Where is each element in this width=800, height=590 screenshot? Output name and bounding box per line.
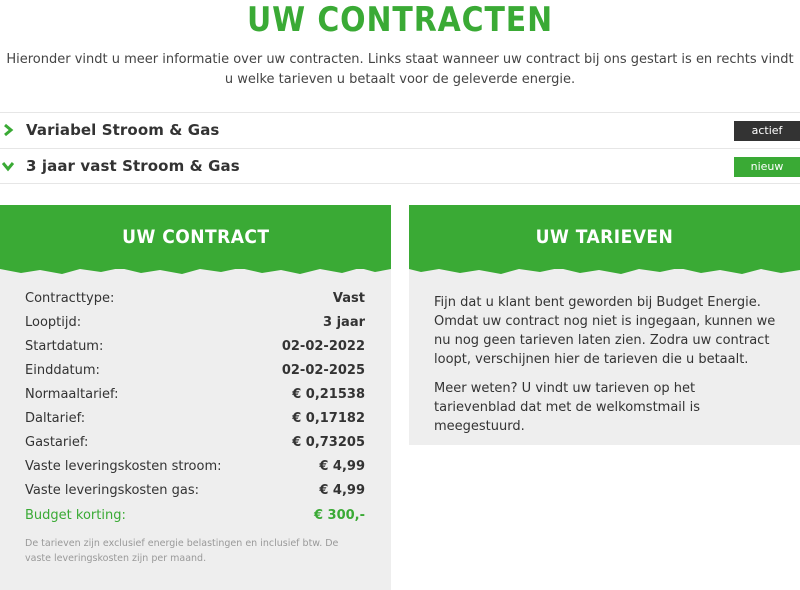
chevron-right-icon	[4, 123, 14, 137]
row-label: Einddatum:	[25, 363, 100, 378]
row-label: Normaaltarief:	[25, 387, 119, 402]
row-value: 02-02-2025	[281, 363, 365, 378]
contract-row-looptijd: Looptijd: 3 jaar	[25, 315, 365, 335]
row-value: € 0,21538	[292, 387, 365, 402]
row-value: € 4,99	[319, 483, 365, 498]
row-value: € 4,99	[319, 459, 365, 474]
row-label: Budget korting:	[25, 508, 126, 523]
contract-row-einddatum: Einddatum: 02-02-2025	[25, 363, 365, 383]
tarieven-panel-header: UW TARIEVEN	[409, 205, 800, 274]
row-value: € 300,-	[313, 508, 365, 523]
tarieven-panel-title: UW TARIEVEN	[535, 226, 674, 248]
row-label: Looptijd:	[25, 315, 82, 330]
contract-row-variabel[interactable]: Variabel Stroom & Gas actief	[0, 112, 800, 148]
tarieven-panel: UW TARIEVEN Fijn dat u klant bent geword…	[409, 205, 800, 445]
torn-edge	[0, 263, 391, 274]
row-value: Vast	[332, 291, 365, 306]
chevron-down-icon	[2, 162, 14, 172]
contract-title: Variabel Stroom & Gas	[26, 121, 220, 139]
row-label: Gastarief:	[25, 435, 89, 450]
intro-text: Hieronder vindt u meer informatie over u…	[6, 52, 794, 87]
torn-edge	[409, 263, 800, 274]
contract-row-normaaltarief: Normaaltarief: € 0,21538	[25, 387, 365, 407]
contract-row-contracttype: Contracttype: Vast	[25, 291, 365, 311]
row-label: Contracttype:	[25, 291, 115, 306]
tarieven-paragraph: Meer weten? U vindt uw tarieven op het t…	[434, 381, 701, 434]
page-title: UW CONTRACTEN	[246, 0, 554, 40]
row-value: € 0,17182	[292, 411, 365, 426]
row-label: Vaste leveringskosten gas:	[25, 483, 200, 498]
contract-row-gastarief: Gastarief: € 0,73205	[25, 435, 365, 455]
tarieven-info: Fijn dat u klant bent geworden bij Budge…	[434, 293, 779, 436]
contract-row-budget-korting: Budget korting: € 300,-	[25, 508, 365, 528]
row-value: € 0,73205	[292, 435, 365, 450]
contract-panel-title: UW CONTRACT	[121, 226, 270, 248]
contract-row-startdatum: Startdatum: 02-02-2022	[25, 339, 365, 359]
contract-row-leveringskosten-stroom: Vaste leveringskosten stroom: € 4,99	[25, 459, 365, 479]
status-badge-nieuw: nieuw	[734, 157, 800, 177]
contract-panel: UW CONTRACT Contracttype: Vast Looptijd:…	[0, 205, 391, 590]
contract-row-leveringskosten-gas: Vaste leveringskosten gas: € 4,99	[25, 483, 365, 503]
tarieven-footnote: De tarieven zijn exclusief energie belas…	[25, 538, 339, 564]
contract-panel-header: UW CONTRACT	[0, 205, 391, 274]
tarieven-paragraph: Fijn dat u klant bent geworden bij Budge…	[434, 295, 776, 367]
status-badge-actief: actief	[734, 121, 800, 141]
row-label: Daltarief:	[25, 411, 86, 426]
row-label: Vaste leveringskosten stroom:	[25, 459, 222, 474]
row-value: 02-02-2022	[281, 339, 365, 354]
contract-row-daltarief: Daltarief: € 0,17182	[25, 411, 365, 431]
contract-row-vast[interactable]: 3 jaar vast Stroom & Gas nieuw	[0, 148, 800, 184]
contract-title: 3 jaar vast Stroom & Gas	[26, 157, 240, 175]
row-value: 3 jaar	[323, 315, 365, 330]
row-label: Startdatum:	[25, 339, 104, 354]
